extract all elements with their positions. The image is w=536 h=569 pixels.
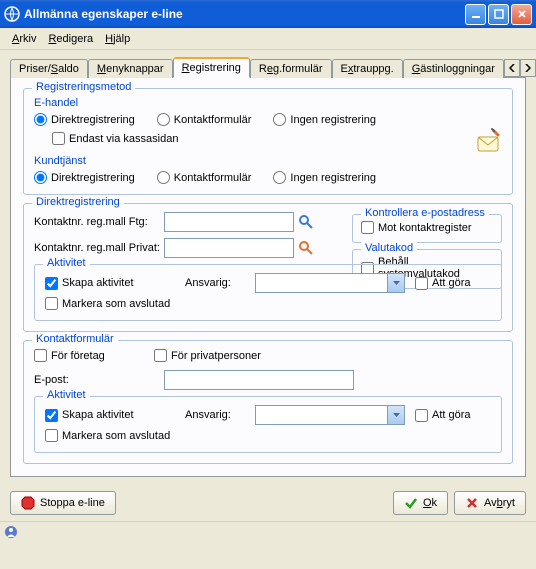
menu-arkiv[interactable]: Arkiv [6,31,42,47]
app-icon [4,6,20,22]
close-button[interactable] [511,4,532,25]
statusbar [0,521,536,541]
radio-kundtjanst-ingen[interactable]: Ingen registrering [273,171,376,184]
input-mall-privat[interactable] [164,238,294,258]
chevron-down-icon[interactable] [387,274,404,292]
legend-direktregistrering: Direktregistrering [32,196,124,208]
legend-valutakod: Valutakod [361,242,417,254]
tab-panel: Registreringsmetod E-handel Direktregist… [10,78,526,477]
tab-extrauppg[interactable]: Extrauppg. [332,59,403,78]
checkbox-mot-kontaktregister[interactable]: Mot kontaktregister [361,221,493,234]
tab-menyknappar[interactable]: Menyknappar [88,59,173,78]
tab-reg-formular[interactable]: Reg.formulär [250,59,332,78]
cancel-icon [465,496,479,510]
legend-kontaktformular: Kontaktformulär [32,333,118,345]
input-epost[interactable] [164,370,354,390]
menubar: Arkiv Redigera Hjälp [0,28,536,50]
fieldset-aktivitet-direkt: Aktivitet Skapa aktivitet Ansvarig: Att … [34,264,502,321]
button-bar: Stoppa e-line Ok Avbryt [0,483,536,521]
legend-kontrollera: Kontrollera e-postadress [361,207,489,219]
label-ansvarig-2: Ansvarig: [185,409,245,421]
search-icon[interactable] [298,240,314,256]
tab-scroll-left[interactable] [504,59,520,77]
maximize-button[interactable] [488,4,509,25]
checkbox-att-gora[interactable]: Att göra [415,277,471,290]
checkbox-markera-avslutad[interactable]: Markera som avslutad [45,297,170,310]
checkbox-att-gora-2[interactable]: Att göra [415,409,471,422]
tab-bar: Priser/Saldo Menyknappar Registrering Re… [10,56,526,78]
fieldset-aktivitet-kontakt: Aktivitet Skapa aktivitet Ansvarig: Att … [34,396,502,453]
stop-icon [21,496,35,510]
radio-ehandel-direkt[interactable]: Direktregistrering [34,113,135,126]
checkbox-skapa-aktivitet-2[interactable]: Skapa aktivitet [45,409,175,422]
fieldset-ehandel: E-handel Direktregistrering Kontaktformu… [34,97,502,151]
fieldset-registreringsmetod: Registreringsmetod E-handel Direktregist… [23,88,513,195]
label-ansvarig: Ansvarig: [185,277,245,289]
tab-registrering[interactable]: Registrering [173,57,250,78]
menu-hjalp[interactable]: Hjälp [99,31,136,47]
status-icon [4,525,18,539]
tab-scroll-right[interactable] [520,59,536,77]
legend-ehandel: E-handel [34,97,78,109]
window-title: Allmänna egenskaper e-line [24,7,465,21]
legend-aktivitet: Aktivitet [43,389,90,401]
radio-ehandel-ingen[interactable]: Ingen registrering [273,113,376,126]
checkbox-for-privat[interactable]: För privatpersoner [154,349,261,362]
button-avbryt[interactable]: Avbryt [454,491,526,515]
menu-redigera[interactable]: Redigera [42,31,99,47]
radio-kundtjanst-direkt[interactable]: Direktregistrering [34,171,135,184]
chevron-down-icon[interactable] [387,406,404,424]
checkbox-endast-kassasidan[interactable]: Endast via kassasidan [52,132,178,145]
search-icon[interactable] [298,214,314,230]
fieldset-kontaktformular: Kontaktformulär För företag För privatpe… [23,340,513,464]
fieldset-direktregistrering: Direktregistrering Kontaktnr. reg.mall F… [23,203,513,332]
button-stoppa-eline[interactable]: Stoppa e-line [10,491,116,515]
check-icon [404,496,418,510]
fieldset-kundtjanst: Kundtjänst Direktregistrering Kontaktfor… [34,155,502,184]
input-mall-ftg[interactable] [164,212,294,232]
checkbox-markera-avslutad-2[interactable]: Markera som avslutad [45,429,170,442]
checkbox-skapa-aktivitet[interactable]: Skapa aktivitet [45,277,175,290]
checkbox-for-foretag[interactable]: För företag [34,349,144,362]
legend-kundtjanst: Kundtjänst [34,155,86,167]
legend-registreringsmetod: Registreringsmetod [32,81,135,93]
wizard-icon[interactable] [472,127,504,155]
radio-kundtjanst-kontakt[interactable]: Kontaktformulär [157,171,252,184]
combo-ansvarig[interactable] [255,273,405,293]
fieldset-kontrollera-epost: Kontrollera e-postadress Mot kontaktregi… [352,214,502,243]
tab-gastinloggningar[interactable]: Gästinloggningar [403,59,504,78]
legend-aktivitet: Aktivitet [43,257,90,269]
titlebar: Allmänna egenskaper e-line [0,0,536,28]
label-epost: E-post: [34,374,164,386]
label-mall-ftg: Kontaktnr. reg.mall Ftg: [34,216,164,228]
button-ok[interactable]: Ok [393,491,448,515]
radio-ehandel-kontakt[interactable]: Kontaktformulär [157,113,252,126]
label-mall-privat: Kontaktnr. reg.mall Privat: [34,242,164,254]
minimize-button[interactable] [465,4,486,25]
tab-priser-saldo[interactable]: Priser/Saldo [10,59,88,78]
combo-ansvarig-2[interactable] [255,405,405,425]
